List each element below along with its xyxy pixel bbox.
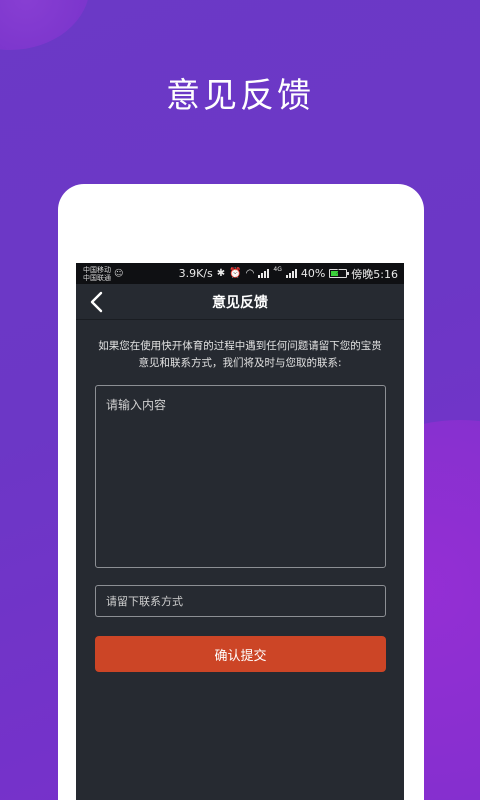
carrier-2: 中国联通	[83, 273, 111, 282]
submit-button[interactable]: 确认提交	[95, 636, 386, 672]
feedback-form: 如果您在使用快开体育的过程中遇到任何问题请留下您的宝贵意见和联系方式，我们将及时…	[76, 320, 404, 672]
battery-percent: 40%	[300, 267, 326, 280]
contact-input[interactable]	[95, 585, 386, 617]
carrier-1: 中国移动	[83, 265, 111, 274]
chevron-left-icon	[90, 291, 103, 313]
wifi-icon: ◠	[245, 268, 255, 279]
battery-icon: ⚡	[329, 267, 350, 278]
form-description: 如果您在使用快开体育的过程中遇到任何问题请留下您的宝贵意见和联系方式，我们将及时…	[98, 340, 382, 369]
clock: 傍晚5:16	[351, 267, 398, 281]
app-bar: 意见反馈	[76, 284, 404, 320]
alarm-icon: ⏰	[229, 268, 242, 279]
carrier-names: 中国移动 中国联通	[83, 266, 111, 282]
net-speed: 3.9K/s	[178, 267, 213, 280]
network-type: 4G	[273, 265, 282, 273]
status-bar: 中国移动 中国联通 ☺ 3.9K/s ✱ ⏰ ◠ 4G 40% ⚡ 傍晚5:16	[76, 263, 404, 284]
promo-headline: 意见反馈	[166, 76, 314, 116]
status-right: 3.9K/s ✱ ⏰ ◠ 4G 40% ⚡ 傍晚5:16	[179, 266, 398, 282]
charging-icon: ⚡	[335, 267, 342, 277]
notification-icon: ☺	[114, 268, 124, 279]
back-button[interactable]	[88, 291, 108, 313]
bluetooth-icon: ✱	[216, 268, 226, 279]
signal-icon	[258, 269, 270, 278]
decorative-blob-top-left	[0, 0, 90, 50]
signal-icon-2	[285, 269, 297, 278]
page-title: 意见反馈	[212, 294, 268, 311]
phone-screen: 中国移动 中国联通 ☺ 3.9K/s ✱ ⏰ ◠ 4G 40% ⚡ 傍晚5:16	[76, 263, 404, 800]
feedback-content-input[interactable]	[95, 385, 386, 568]
